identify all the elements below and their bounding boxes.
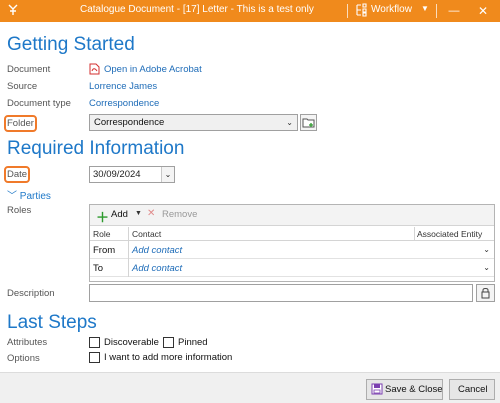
open-in-acrobat-link[interactable]: Open in Adobe Acrobat bbox=[104, 64, 202, 75]
more-info-label: I want to add more information bbox=[104, 352, 233, 363]
date-picker[interactable]: 30/09/2024 ⌄ bbox=[89, 166, 175, 183]
save-and-close-label: Save & Close bbox=[385, 384, 443, 395]
column-header-contact: Contact bbox=[132, 229, 162, 239]
parties-toggle[interactable]: ﹀ Parties bbox=[7, 187, 51, 202]
new-folder-button[interactable] bbox=[300, 114, 317, 131]
divider bbox=[436, 4, 437, 18]
remove-button[interactable]: Remove bbox=[162, 209, 197, 220]
folder-select[interactable]: Correspondence ⌄ bbox=[89, 114, 298, 131]
document-label: Document bbox=[7, 64, 51, 75]
pdf-icon bbox=[89, 63, 100, 75]
chevron-down-icon[interactable]: ⌄ bbox=[161, 167, 174, 182]
table-row[interactable]: To Add contact ⌄ bbox=[90, 259, 494, 277]
roles-label: Roles bbox=[7, 205, 32, 216]
cancel-label: Cancel bbox=[458, 384, 488, 395]
pinned-checkbox[interactable] bbox=[163, 337, 174, 348]
dialog-footer: Save & Close Cancel bbox=[0, 372, 500, 403]
description-label: Description bbox=[7, 288, 55, 299]
column-divider bbox=[128, 227, 129, 277]
add-contact-link[interactable]: Add contact bbox=[132, 263, 182, 274]
new-folder-icon bbox=[302, 118, 315, 128]
chevron-down-icon: ⌄ bbox=[286, 118, 293, 127]
roles-panel: ＋ Add ▼ ✕ Remove Role Contact Associated… bbox=[89, 204, 495, 282]
app-menu-icon[interactable] bbox=[6, 3, 20, 17]
remove-icon[interactable]: ✕ bbox=[147, 208, 155, 219]
description-input[interactable] bbox=[89, 284, 473, 302]
minimize-icon[interactable]: — bbox=[446, 3, 462, 19]
document-type-label: Document type bbox=[7, 98, 71, 109]
more-info-checkbox[interactable] bbox=[89, 352, 100, 363]
pinned-label: Pinned bbox=[178, 337, 208, 348]
chevron-down-icon: ﹀ bbox=[7, 191, 17, 202]
folder-label: Folder bbox=[4, 115, 37, 132]
title-bar: Catalogue Document - [17] Letter - This … bbox=[0, 0, 500, 22]
source-link[interactable]: Lorrence James bbox=[89, 81, 157, 92]
lock-icon bbox=[481, 288, 490, 299]
table-header: Role Contact Associated Entity bbox=[90, 227, 494, 241]
workflow-menu[interactable]: Workflow bbox=[371, 4, 412, 15]
save-icon bbox=[371, 383, 383, 395]
folder-select-value: Correspondence bbox=[94, 117, 165, 128]
column-header-associated-entity: Associated Entity bbox=[417, 229, 483, 239]
options-label: Options bbox=[7, 353, 40, 364]
workflow-icon[interactable] bbox=[355, 2, 368, 21]
role-cell: From bbox=[93, 245, 116, 256]
table-row[interactable]: From Add contact ⌄ bbox=[90, 241, 494, 259]
last-steps-heading: Last Steps bbox=[7, 312, 97, 333]
required-information-heading: Required Information bbox=[7, 138, 185, 159]
attributes-label: Attributes bbox=[7, 337, 48, 348]
caret-down-icon[interactable]: ▼ bbox=[421, 4, 429, 13]
caret-down-icon[interactable]: ▼ bbox=[135, 210, 142, 217]
divider bbox=[347, 4, 348, 18]
column-header-role: Role bbox=[93, 229, 111, 239]
date-value: 30/09/2024 bbox=[93, 169, 141, 180]
plus-icon[interactable]: ＋ bbox=[96, 207, 109, 226]
discoverable-checkbox[interactable] bbox=[89, 337, 100, 348]
add-button[interactable]: Add bbox=[111, 209, 128, 220]
add-contact-link[interactable]: Add contact bbox=[132, 245, 182, 256]
window-title: Catalogue Document - [17] Letter - This … bbox=[80, 4, 314, 15]
role-cell: To bbox=[93, 263, 104, 274]
date-label: Date bbox=[3, 166, 31, 183]
source-label: Source bbox=[7, 81, 38, 92]
cancel-button[interactable]: Cancel bbox=[449, 379, 495, 400]
getting-started-heading: Getting Started bbox=[7, 34, 135, 55]
column-divider bbox=[414, 227, 415, 241]
save-and-close-button[interactable]: Save & Close bbox=[366, 379, 443, 400]
chevron-down-icon[interactable]: ⌄ bbox=[483, 245, 490, 254]
document-type-link[interactable]: Correspondence bbox=[89, 98, 159, 109]
lock-button[interactable] bbox=[476, 284, 495, 302]
chevron-down-icon[interactable]: ⌄ bbox=[483, 263, 490, 272]
close-icon[interactable]: ✕ bbox=[475, 3, 491, 19]
discoverable-label: Discoverable bbox=[104, 337, 159, 348]
roles-toolbar: ＋ Add ▼ ✕ Remove bbox=[90, 205, 494, 226]
parties-label: Parties bbox=[19, 191, 51, 202]
